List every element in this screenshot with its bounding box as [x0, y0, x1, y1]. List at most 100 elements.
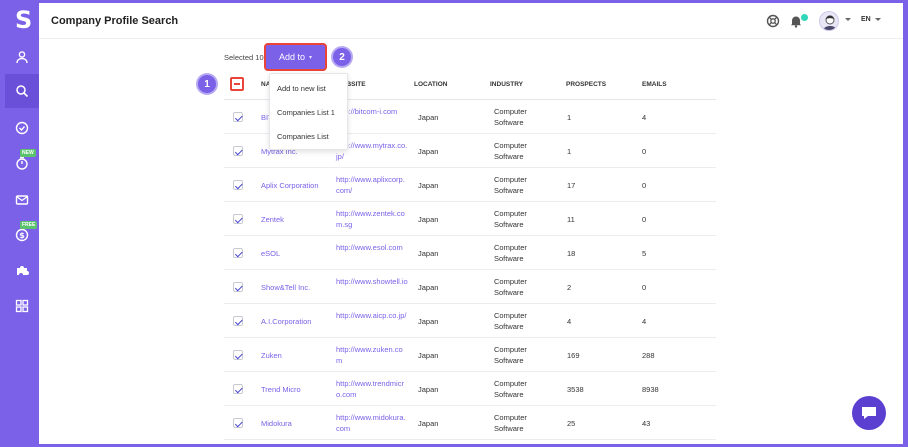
- sidebar-item-apps[interactable]: [5, 289, 39, 323]
- emails-cell: 0: [642, 181, 647, 190]
- add-to-label: Add to: [278, 52, 305, 62]
- dropdown-item-add-to-new-list[interactable]: Add to new list: [277, 84, 326, 93]
- app-logo[interactable]: S: [15, 6, 32, 34]
- emails-cell: 0: [642, 147, 647, 156]
- select-all-checkbox[interactable]: [230, 77, 244, 91]
- industry-cell: Computer Software: [494, 311, 527, 331]
- location-cell: Japan: [418, 249, 439, 258]
- table-row[interactable]: Aplix Corporation http://www.aplixcorp.co…: [224, 168, 716, 202]
- emails-cell: 43: [642, 419, 651, 428]
- row-checkbox[interactable]: [233, 146, 243, 156]
- prospects-cell: 1: [567, 147, 572, 156]
- row-checkbox[interactable]: [233, 214, 243, 224]
- sidebar: S NEW $ FREE: [5, 0, 39, 447]
- website-link[interactable]: http://www.aicp.co.jp/: [336, 310, 408, 321]
- apps-icon: [15, 299, 29, 313]
- website-link[interactable]: http://www.zuken.com: [336, 344, 408, 366]
- column-header-prospects[interactable]: PROSPECTS: [566, 81, 606, 88]
- table-row[interactable]: Zuken http://www.zuken.com Japan Computer S…: [224, 338, 716, 372]
- row-checkbox[interactable]: [233, 248, 243, 258]
- industry-cell: Computer Software: [494, 107, 527, 127]
- emails-cell: 288: [642, 351, 655, 360]
- chat-button[interactable]: [852, 396, 886, 430]
- avatar[interactable]: [819, 11, 839, 31]
- table-row[interactable]: eSOL http://www.esol.com Japan Computer Sof…: [224, 236, 716, 270]
- company-name-link[interactable]: eSOL: [261, 248, 280, 259]
- row-checkbox[interactable]: [233, 112, 243, 122]
- prospects-cell: 1: [567, 113, 572, 122]
- location-cell: Japan: [418, 351, 439, 360]
- sidebar-item-integrations[interactable]: [5, 253, 39, 287]
- industry-cell: Computer Software: [494, 379, 527, 399]
- column-header-industry[interactable]: INDUSTRY: [490, 81, 523, 88]
- app-frame: S NEW $ FREE Company Profile Search EN S…: [0, 0, 908, 447]
- row-checkbox[interactable]: [233, 316, 243, 326]
- dropdown-item-companies-list[interactable]: Companies List: [277, 132, 329, 141]
- website-link[interactable]: http://www.esol.com: [336, 242, 408, 253]
- company-name-link[interactable]: A.I.Corporation: [261, 316, 311, 327]
- company-name-link[interactable]: Zentek: [261, 214, 284, 225]
- new-badge: NEW: [20, 149, 36, 157]
- emails-cell: 0: [642, 283, 647, 292]
- row-checkbox[interactable]: [233, 418, 243, 428]
- avatar-chevron-down-icon[interactable]: [845, 18, 851, 21]
- industry-cell: Computer Software: [494, 141, 527, 161]
- company-name-link[interactable]: Aplix Corporation: [261, 180, 319, 191]
- puzzle-icon: [17, 266, 29, 275]
- prospects-cell: 4: [567, 317, 572, 326]
- company-name-link[interactable]: Midokura: [261, 418, 292, 429]
- company-name-link[interactable]: Zuken: [261, 350, 282, 361]
- table-row[interactable]: Show&Tell Inc. http://www.showtell.io Japa…: [224, 270, 716, 304]
- industry-cell: Computer Software: [494, 243, 527, 263]
- table-row[interactable]: Trend Micro http://www.trendmicro.com Japa…: [224, 372, 716, 406]
- language-chevron-down-icon[interactable]: [875, 18, 881, 21]
- add-to-button[interactable]: Add to ▾: [264, 43, 327, 71]
- industry-cell: Computer Software: [494, 413, 527, 433]
- column-header-emails[interactable]: EMAILS: [642, 81, 667, 88]
- dollar-icon: $: [15, 228, 29, 242]
- table-row[interactable]: Zentek http://www.zentek.com.sg Japan Compu…: [224, 202, 716, 236]
- language-selector[interactable]: EN: [861, 16, 871, 23]
- emails-cell: 8938: [642, 385, 659, 394]
- emails-cell: 4: [642, 317, 647, 326]
- timer-icon: [16, 156, 28, 170]
- emails-cell: 4: [642, 113, 647, 122]
- website-link[interactable]: http://www.aplixcorp.com/: [336, 174, 408, 196]
- website-link[interactable]: http://www.showtell.io: [336, 276, 408, 287]
- prospects-cell: 11: [567, 215, 575, 224]
- website-link[interactable]: http://www.trendmicro.com: [336, 378, 408, 400]
- industry-cell: Computer Software: [494, 277, 527, 297]
- row-checkbox[interactable]: [233, 350, 243, 360]
- sidebar-item-tasks[interactable]: [5, 111, 39, 145]
- mail-icon: [15, 195, 29, 205]
- dropdown-item-companies-list-1[interactable]: Companies List 1: [277, 108, 335, 117]
- website-link[interactable]: http://www.midokura.com: [336, 412, 408, 434]
- step-marker-1: 1: [198, 75, 216, 93]
- column-header-location[interactable]: LOCATION: [414, 81, 447, 88]
- website-link[interactable]: http://www.zentek.com.sg: [336, 208, 408, 230]
- table-row[interactable]: A.I.Corporation http://www.aicp.co.jp/Jap…: [224, 304, 716, 338]
- table-row[interactable]: Midokura http://www.midokura.com Japan Comp…: [224, 406, 716, 440]
- prospects-cell: 169: [567, 351, 580, 360]
- sidebar-item-search[interactable]: [5, 74, 39, 108]
- user-avatar-icon: [823, 15, 837, 30]
- row-checkbox[interactable]: [233, 180, 243, 190]
- search-icon: [16, 85, 29, 98]
- location-cell: Japan: [418, 147, 439, 156]
- check-circle-icon: [15, 121, 29, 135]
- prospects-cell: 3538: [567, 385, 584, 394]
- location-cell: Japan: [418, 419, 439, 428]
- sidebar-item-mail[interactable]: [5, 183, 39, 217]
- location-cell: Japan: [418, 181, 439, 190]
- svg-text:$: $: [19, 231, 25, 240]
- company-name-link[interactable]: Show&Tell Inc.: [261, 282, 310, 293]
- company-name-link[interactable]: Trend Micro: [261, 384, 301, 395]
- row-checkbox[interactable]: [233, 384, 243, 394]
- support-icon[interactable]: [766, 14, 780, 28]
- prospects-cell: 25: [567, 419, 576, 428]
- row-checkbox[interactable]: [233, 282, 243, 292]
- prospects-cell: 17: [567, 181, 576, 190]
- top-bar: Company Profile Search EN: [39, 3, 903, 39]
- industry-cell: Computer Software: [494, 175, 527, 195]
- sidebar-item-contacts[interactable]: [5, 40, 39, 74]
